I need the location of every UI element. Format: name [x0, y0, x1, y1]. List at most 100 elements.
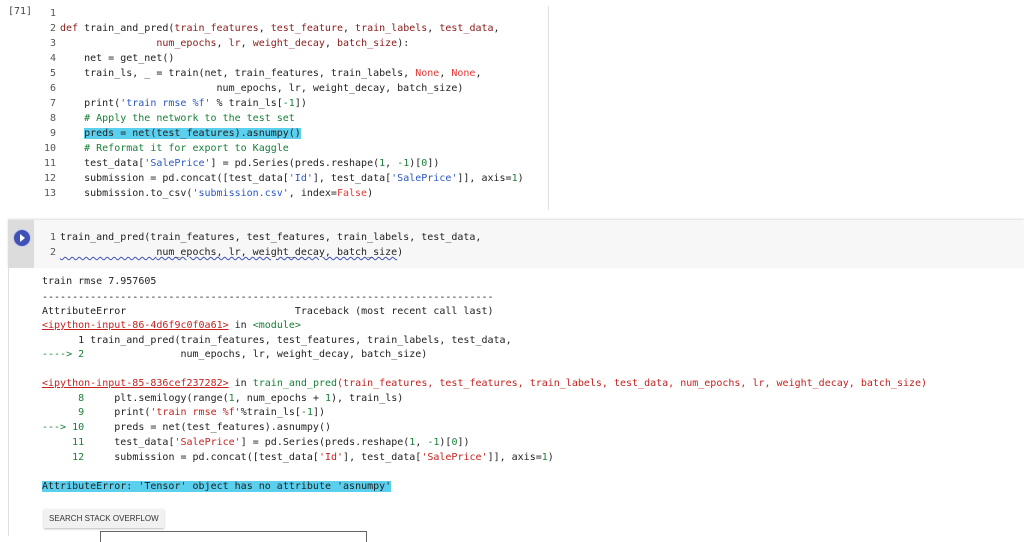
- code-token: -1: [427, 437, 439, 448]
- line-number: 2: [38, 21, 56, 36]
- code-token: -1: [301, 407, 313, 418]
- code-token: <module>: [253, 320, 301, 331]
- code-token: )[: [439, 437, 451, 448]
- code-token: [60, 38, 156, 49]
- code-token: AttributeError: 'Tensor' object has no a…: [42, 481, 391, 492]
- code-token: 1 train_and_pred(train_features, test_fe…: [42, 335, 512, 346]
- code-token: train_and_pred(: [84, 23, 174, 34]
- output-line: 8 plt.semilogy(range(1, num_epochs + 1),…: [42, 391, 403, 406]
- line-number: 12: [38, 171, 56, 186]
- code-token: 'Id': [289, 173, 313, 184]
- code-token: ] = pd.Series(preds.reshape(: [241, 437, 410, 448]
- code-line: net = get_net(): [60, 51, 174, 66]
- code-token: train_ls, _ = train(net, train_features,…: [60, 68, 415, 79]
- code-token: test_data: [439, 23, 493, 34]
- code-token: % train_ls[: [211, 98, 283, 109]
- code-token: 'SalePrice': [174, 437, 240, 448]
- code-line: print('train rmse %f' % train_ls[-1]): [60, 96, 307, 111]
- code-token: [60, 113, 84, 124]
- code-token: ]): [457, 437, 469, 448]
- run-cell-button[interactable]: [13, 229, 31, 247]
- output-line: 1 train_and_pred(train_features, test_fe…: [42, 333, 512, 348]
- code-token: ,: [385, 158, 397, 169]
- line-number: 2: [38, 245, 56, 260]
- code-line: num_epochs, lr, weight_decay, batch_size…: [60, 36, 409, 51]
- line-number: 11: [38, 156, 56, 171]
- code-token: , num_epochs +: [235, 393, 325, 404]
- code-token: ]): [313, 407, 325, 418]
- code-token: -1: [397, 158, 409, 169]
- code-token: ,: [427, 23, 439, 34]
- line-number: 1: [38, 230, 56, 245]
- output-line: 11 test_data['SalePrice'] = pd.Series(pr…: [42, 435, 470, 450]
- code-token: False: [337, 188, 367, 199]
- code-token: ), train_ls): [331, 393, 403, 404]
- line-number: 8: [38, 111, 56, 126]
- code-token: ,: [217, 38, 229, 49]
- code-token: preds = net(test_features).asnumpy(): [90, 422, 331, 433]
- code-token: train rmse 7.957605: [42, 276, 156, 287]
- code-token: None: [451, 68, 475, 79]
- code-token: print(: [90, 407, 150, 418]
- line-number: 3: [38, 36, 56, 51]
- code-token: 'SalePrice': [144, 158, 210, 169]
- code-token: ): [548, 452, 554, 463]
- code-token: test_data[: [60, 158, 144, 169]
- code-token: num_epochs: [156, 38, 216, 49]
- code-token: ,: [343, 23, 355, 34]
- output-line: AttributeError Traceback (most recent ca…: [42, 304, 494, 319]
- code-token: ,: [415, 437, 427, 448]
- code-token: ], test_data[: [313, 173, 391, 184]
- code-token: <ipython-input-85-836cef237282>: [42, 378, 229, 389]
- code-token: ] = pd.Series(preds.reshape(: [211, 158, 380, 169]
- line-number: 9: [38, 126, 56, 141]
- code-token: <ipython-input-86-4d6f9c0f0a61>: [42, 320, 229, 331]
- code-token: 'SalePrice': [421, 452, 487, 463]
- code-token: num_epochs, lr, weight_decay, batch_size…: [60, 83, 463, 94]
- code-token: ): [518, 173, 524, 184]
- code-token: 11: [42, 437, 90, 448]
- code-token: [60, 128, 84, 139]
- code-token: train_features: [174, 23, 258, 34]
- code-token: 'train rmse %f': [150, 407, 240, 418]
- code-token: print(: [60, 98, 120, 109]
- code-token: ]): [427, 158, 439, 169]
- code-token: # Apply the network to the test set: [84, 113, 295, 124]
- search-stack-overflow-button[interactable]: SEARCH STACK OVERFLOW: [44, 509, 164, 528]
- code-token: 9: [42, 407, 90, 418]
- code-line: test_data['SalePrice'] = pd.Series(preds…: [60, 156, 439, 171]
- code-token: ]): [295, 98, 307, 109]
- code-token: num_epochs, lr, weight_decay, batch_size: [156, 247, 397, 258]
- code-line: submission.to_csv('submission.csv', inde…: [60, 186, 373, 201]
- code-token: test_feature: [271, 23, 343, 34]
- code-token: 'submission.csv': [192, 188, 288, 199]
- output-line: train rmse 7.957605: [42, 274, 156, 289]
- output-line: ----> 2 num_epochs, lr, weight_decay, ba…: [42, 347, 427, 362]
- code-token: 'SalePrice': [391, 173, 457, 184]
- code-token: ,: [439, 68, 451, 79]
- code-token: train_labels: [355, 23, 427, 34]
- code-line: num_epochs, lr, weight_decay, batch_size…: [60, 81, 463, 96]
- code-line: train_and_pred(train_features, test_feat…: [60, 230, 481, 245]
- code-token: in: [229, 320, 253, 331]
- code-token: ,: [241, 38, 253, 49]
- code-token: [60, 143, 84, 154]
- code-token: -1: [283, 98, 295, 109]
- code-token: ,: [325, 38, 337, 49]
- code-token: 'Id': [319, 452, 343, 463]
- code-token: ], test_data[: [343, 452, 421, 463]
- line-number: 6: [38, 81, 56, 96]
- code-token: ):: [397, 38, 409, 49]
- execution-count: [71]: [8, 6, 32, 17]
- code-token: num_epochs, lr, weight_decay, batch_size…: [84, 349, 427, 360]
- code-token: # Reformat it for export to Kaggle: [84, 143, 289, 154]
- code-token: AttributeError Traceback (most recent ca…: [42, 306, 494, 317]
- code-token: weight_decay: [253, 38, 325, 49]
- code-token: train_and_pred: [253, 378, 337, 389]
- code-token: ]], axis=: [457, 173, 511, 184]
- code-token: submission = pd.concat([test_data[: [60, 173, 289, 184]
- code-line: def train_and_pred(train_features, test_…: [60, 21, 500, 36]
- code-line: train_ls, _ = train(net, train_features,…: [60, 66, 481, 81]
- output-line: 9 print('train rmse %f'%train_ls[-1]): [42, 405, 325, 420]
- code-line: preds = net(test_features).asnumpy(): [60, 126, 301, 141]
